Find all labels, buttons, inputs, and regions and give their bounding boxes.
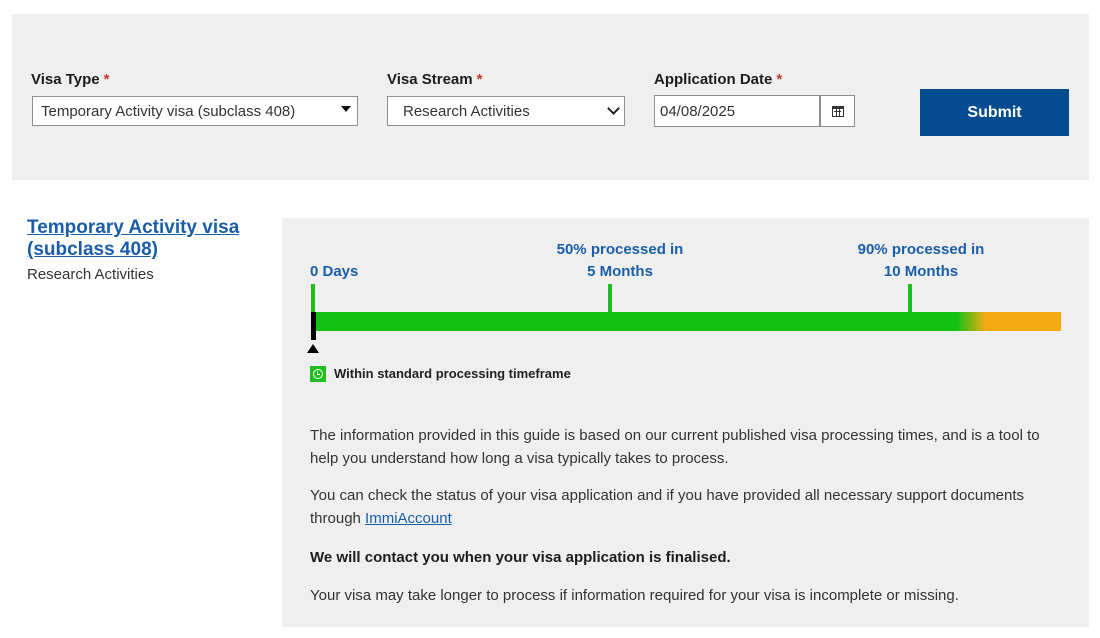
visa-stream-subtitle: Research Activities (27, 266, 154, 283)
visa-title-link[interactable]: Temporary Activity visa (subclass 408) (27, 217, 247, 261)
application-date-label: Application Date * (654, 71, 783, 88)
milestone-50-tick (608, 284, 612, 314)
visa-type-select[interactable]: Temporary Activity visa (subclass 408) (32, 96, 358, 126)
contact-notice: We will contact you when your visa appli… (310, 549, 731, 566)
required-mark: * (776, 71, 783, 88)
visa-stream-select[interactable]: Research Activities (387, 96, 625, 126)
calendar-icon (831, 105, 844, 117)
status-text: Within standard processing timeframe (334, 366, 571, 381)
chevron-down-icon (607, 102, 620, 115)
required-mark: * (476, 71, 483, 88)
required-mark: * (103, 71, 110, 88)
current-position-marker (311, 312, 316, 340)
start-tick (311, 284, 315, 314)
delay-notice: Your visa may take longer to process if … (310, 587, 959, 604)
milestone-90-label: 90% processed in 10 Months (857, 241, 985, 280)
immiaccount-link[interactable]: ImmiAccount (365, 510, 452, 527)
processing-progress-bar (313, 312, 1061, 331)
visa-type-selected: Temporary Activity visa (subclass 408) (41, 102, 296, 120)
visa-type-label: Visa Type * (31, 71, 110, 88)
milestone-50-label: 50% processed in 5 Months (556, 241, 684, 280)
clock-icon (310, 366, 326, 382)
milestone-90-tick (908, 284, 912, 314)
info-paragraph: The information provided in this guide i… (310, 427, 1040, 467)
timeline-start-label: 0 Days (310, 263, 359, 280)
date-picker-button[interactable] (820, 95, 855, 127)
visa-stream-selected: Research Activities (403, 102, 530, 120)
visa-stream-label: Visa Stream * (387, 71, 483, 88)
processing-result-panel: 0 Days 50% processed in 5 Months 90% pro… (282, 218, 1089, 627)
triangle-up-icon (307, 344, 319, 353)
caret-down-icon (341, 106, 351, 112)
status-check-paragraph: You can check the status of your visa ap… (310, 487, 1025, 527)
submit-button[interactable]: Submit (920, 89, 1069, 136)
application-date-input[interactable]: 04/08/2025 (654, 95, 820, 127)
search-form-panel: Visa Type * Temporary Activity visa (subc… (12, 14, 1089, 180)
